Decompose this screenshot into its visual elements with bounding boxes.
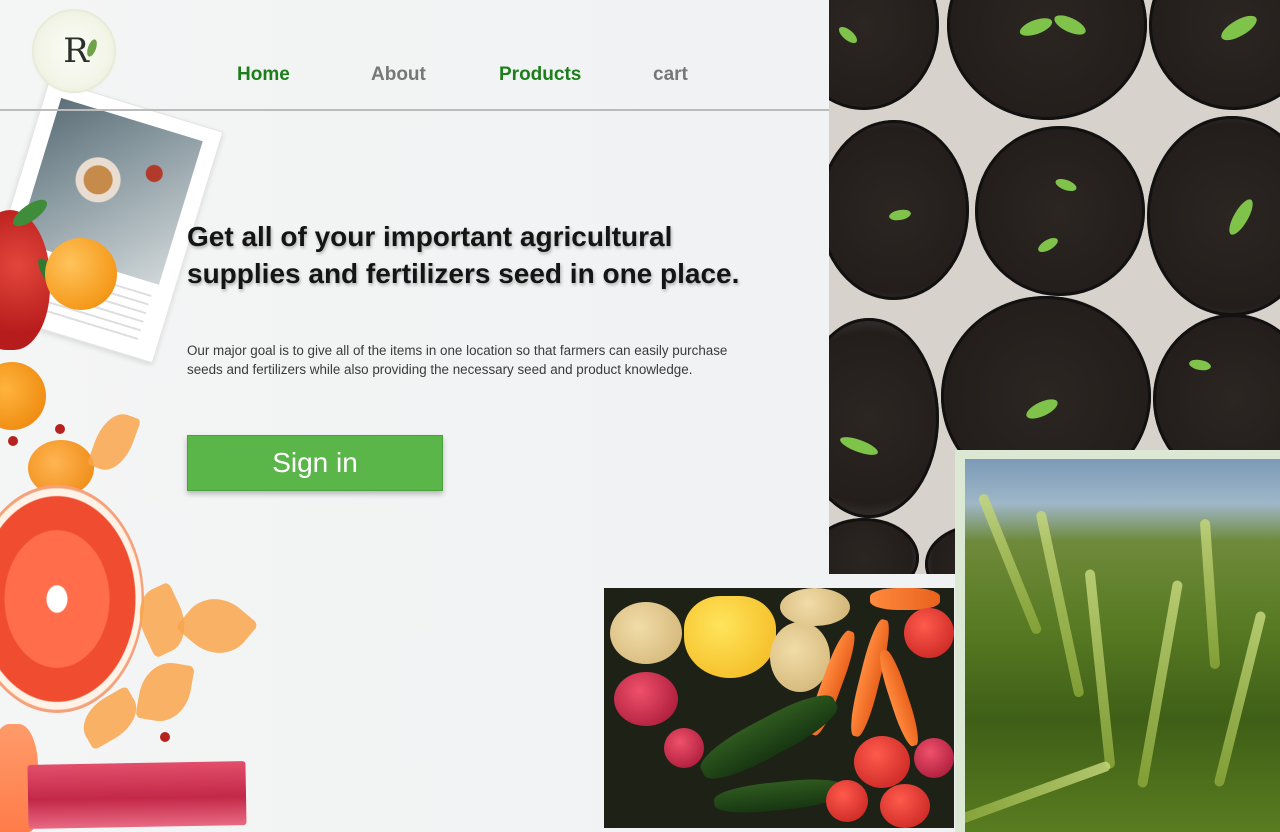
pot-image — [1149, 0, 1280, 110]
pot-image — [829, 0, 939, 110]
wheat-field-image — [965, 459, 1280, 832]
orange-image — [0, 362, 46, 430]
nav-products-link[interactable]: Products — [499, 64, 581, 86]
pot-image — [975, 126, 1145, 296]
berry-image — [8, 436, 18, 446]
peel-image — [86, 407, 142, 477]
hero-headline-line2: supplies and fertilizers seed in one pla… — [187, 258, 740, 289]
leaf-icon — [85, 38, 99, 58]
wheat-stalk-image — [1213, 610, 1267, 788]
main-nav: Home About Products cart — [0, 64, 830, 94]
landing-page: R Home About Products cart Get all of yo… — [0, 0, 1280, 832]
carrot-image — [874, 647, 924, 749]
tomato-image — [904, 608, 954, 658]
carrot-image — [870, 588, 940, 610]
nav-cart-link[interactable]: cart — [653, 64, 688, 86]
header-divider — [0, 109, 830, 111]
potato-image — [780, 588, 850, 626]
berry-image — [55, 424, 65, 434]
radish-image — [914, 738, 954, 778]
tomato-image — [880, 784, 930, 828]
rhubarb-image — [27, 761, 247, 829]
wheat-stalk-image — [1136, 579, 1184, 789]
sign-in-button[interactable]: Sign in — [187, 435, 443, 491]
wheat-stalk-image — [1035, 510, 1085, 698]
pot-image — [829, 518, 919, 574]
pepper-image — [684, 596, 776, 678]
pot-image — [829, 318, 939, 518]
hero-headline: Get all of your important agricultural s… — [187, 218, 747, 292]
pot-image — [1147, 116, 1280, 316]
wheat-stalk-image — [1199, 518, 1221, 670]
nav-about-link[interactable]: About — [371, 64, 426, 86]
vegetables-photo — [604, 588, 954, 828]
tomato-image — [826, 780, 868, 822]
grapefruit-image — [0, 485, 144, 713]
wheat-stalk-image — [1084, 569, 1116, 769]
orange-image — [45, 238, 117, 310]
nav-home-link[interactable]: Home — [237, 64, 290, 86]
cucumber-image — [712, 775, 846, 817]
peel-image — [175, 584, 259, 668]
hero-description: Our major goal is to give all of the ite… — [187, 343, 728, 377]
tomato-image — [854, 736, 910, 788]
potato-image — [610, 602, 682, 664]
peel-image — [135, 658, 195, 726]
berry-image — [160, 732, 170, 742]
wheat-stalk-image — [977, 492, 1043, 636]
cucumber-image — [693, 685, 845, 789]
radish-image — [664, 728, 704, 768]
radish-image — [614, 672, 678, 726]
wheat-stalk-image — [965, 760, 1112, 828]
hero-headline-line1: Get all of your important agricultural — [187, 221, 673, 252]
wheat-photo — [955, 450, 1280, 832]
